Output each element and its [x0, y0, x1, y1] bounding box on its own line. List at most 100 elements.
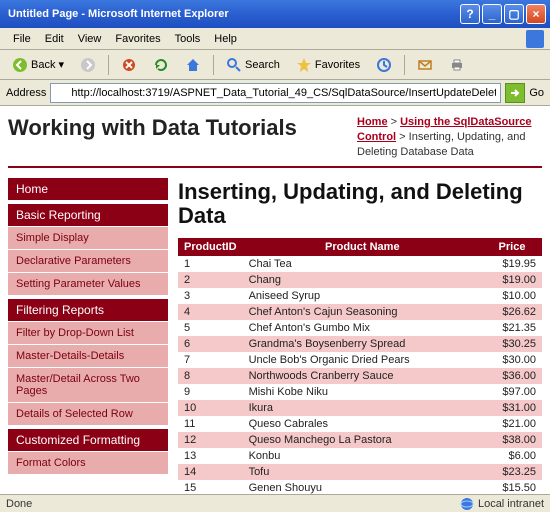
cell-id: 2: [178, 272, 243, 288]
cell-name: Konbu: [243, 448, 482, 464]
forward-icon: [80, 57, 96, 73]
window-buttons: ? _ ▢ ×: [460, 4, 546, 24]
address-bar: Address Go: [0, 80, 550, 106]
address-input[interactable]: [50, 83, 501, 103]
print-icon: [449, 57, 465, 73]
cell-name: Ikura: [243, 400, 482, 416]
cell-name: Queso Manchego La Pastora: [243, 432, 482, 448]
sidebar-item-home[interactable]: Home: [8, 178, 168, 200]
status-zone: Local intranet: [478, 498, 544, 510]
refresh-button[interactable]: [147, 54, 175, 76]
back-button[interactable]: Back ▾: [6, 54, 70, 76]
menu-favorites[interactable]: Favorites: [108, 31, 167, 47]
sidebar-item-master-detail-two-pages[interactable]: Master/Detail Across Two Pages: [8, 367, 168, 402]
cell-price: $38.00: [482, 432, 542, 448]
cell-name: Chef Anton's Gumbo Mix: [243, 320, 482, 336]
search-button[interactable]: Search: [220, 54, 286, 76]
sidebar-item-declarative-parameters[interactable]: Declarative Parameters: [8, 249, 168, 272]
cell-price: $10.00: [482, 288, 542, 304]
cell-id: 14: [178, 464, 243, 480]
go-button[interactable]: [505, 83, 525, 103]
forward-button[interactable]: [74, 54, 102, 76]
cell-price: $30.00: [482, 352, 542, 368]
cell-name: Uncle Bob's Organic Dried Pears: [243, 352, 482, 368]
toolbar: Back ▾ Search Favorites: [0, 50, 550, 80]
maximize-button[interactable]: ▢: [504, 4, 524, 24]
go-label: Go: [529, 87, 544, 99]
cell-price: $31.00: [482, 400, 542, 416]
search-label: Search: [245, 59, 280, 71]
window-title: Untitled Page - Microsoft Internet Explo…: [4, 8, 460, 20]
separator: [213, 55, 214, 75]
status-right: Local intranet: [460, 497, 544, 511]
go-arrow-icon: [509, 87, 521, 99]
sidebar-header-basic-reporting[interactable]: Basic Reporting: [8, 204, 168, 226]
sidebar-item-setting-parameter-values[interactable]: Setting Parameter Values: [8, 272, 168, 295]
table-row: 5Chef Anton's Gumbo Mix$21.35: [178, 320, 542, 336]
sidebar-item-master-details[interactable]: Master-Details-Details: [8, 344, 168, 367]
menu-help[interactable]: Help: [207, 31, 244, 47]
mail-button[interactable]: [411, 54, 439, 76]
sidebar-header-filtering-reports[interactable]: Filtering Reports: [8, 299, 168, 321]
chevron-down-icon: ▾: [58, 58, 64, 71]
refresh-icon: [153, 57, 169, 73]
cell-price: $26.62: [482, 304, 542, 320]
table-row: 2Chang$19.00: [178, 272, 542, 288]
table-row: 9Mishi Kobe Niku$97.00: [178, 384, 542, 400]
table-row: 13Konbu$6.00: [178, 448, 542, 464]
cell-name: Genen Shouyu: [243, 480, 482, 494]
cell-price: $19.95: [482, 256, 542, 272]
sidebar-item-format-colors[interactable]: Format Colors: [8, 451, 168, 474]
breadcrumb: Home > Using the SqlDataSource Control >…: [357, 115, 542, 160]
address-label: Address: [6, 87, 46, 99]
table-row: 8Northwoods Cranberry Sauce$36.00: [178, 368, 542, 384]
history-button[interactable]: [370, 54, 398, 76]
cell-id: 12: [178, 432, 243, 448]
cell-id: 7: [178, 352, 243, 368]
sidebar: Home Basic Reporting Simple Display Decl…: [8, 174, 168, 494]
table-row: 1Chai Tea$19.95: [178, 256, 542, 272]
browser-viewport[interactable]: Working with Data Tutorials Home > Using…: [0, 106, 550, 494]
menu-tools[interactable]: Tools: [168, 31, 208, 47]
cell-id: 9: [178, 384, 243, 400]
ie-logo-icon: [526, 30, 544, 48]
close-button[interactable]: ×: [526, 4, 546, 24]
minimize-button[interactable]: _: [482, 4, 502, 24]
print-button[interactable]: [443, 54, 471, 76]
table-row: 4Chef Anton's Cajun Seasoning$26.62: [178, 304, 542, 320]
breadcrumb-home[interactable]: Home: [357, 116, 388, 128]
titlebar: Untitled Page - Microsoft Internet Explo…: [0, 0, 550, 28]
cell-price: $97.00: [482, 384, 542, 400]
menu-file[interactable]: File: [6, 31, 38, 47]
cell-name: Chef Anton's Cajun Seasoning: [243, 304, 482, 320]
table-row: 15Genen Shouyu$15.50: [178, 480, 542, 494]
table-row: 12Queso Manchego La Pastora$38.00: [178, 432, 542, 448]
history-icon: [376, 57, 392, 73]
cell-id: 13: [178, 448, 243, 464]
sidebar-header-customized-formatting[interactable]: Customized Formatting: [8, 429, 168, 451]
menu-view[interactable]: View: [71, 31, 109, 47]
col-productname: Product Name: [243, 238, 482, 256]
main-content: Inserting, Updating, and Deleting Data P…: [178, 174, 542, 494]
sidebar-item-details-selected-row[interactable]: Details of Selected Row: [8, 402, 168, 425]
cell-id: 5: [178, 320, 243, 336]
cell-id: 4: [178, 304, 243, 320]
home-icon: [185, 57, 201, 73]
col-price: Price: [482, 238, 542, 256]
help-button[interactable]: ?: [460, 4, 480, 24]
cell-price: $21.35: [482, 320, 542, 336]
stop-icon: [121, 57, 137, 73]
sidebar-item-simple-display[interactable]: Simple Display: [8, 226, 168, 249]
sidebar-item-filter-dropdown[interactable]: Filter by Drop-Down List: [8, 321, 168, 344]
cell-price: $30.25: [482, 336, 542, 352]
table-row: 11Queso Cabrales$21.00: [178, 416, 542, 432]
home-button[interactable]: [179, 54, 207, 76]
mail-icon: [417, 57, 433, 73]
cell-id: 6: [178, 336, 243, 352]
table-row: 14Tofu$23.25: [178, 464, 542, 480]
stop-button[interactable]: [115, 54, 143, 76]
favorites-button[interactable]: Favorites: [290, 54, 366, 76]
cell-id: 15: [178, 480, 243, 494]
cell-price: $23.25: [482, 464, 542, 480]
menu-edit[interactable]: Edit: [38, 31, 71, 47]
